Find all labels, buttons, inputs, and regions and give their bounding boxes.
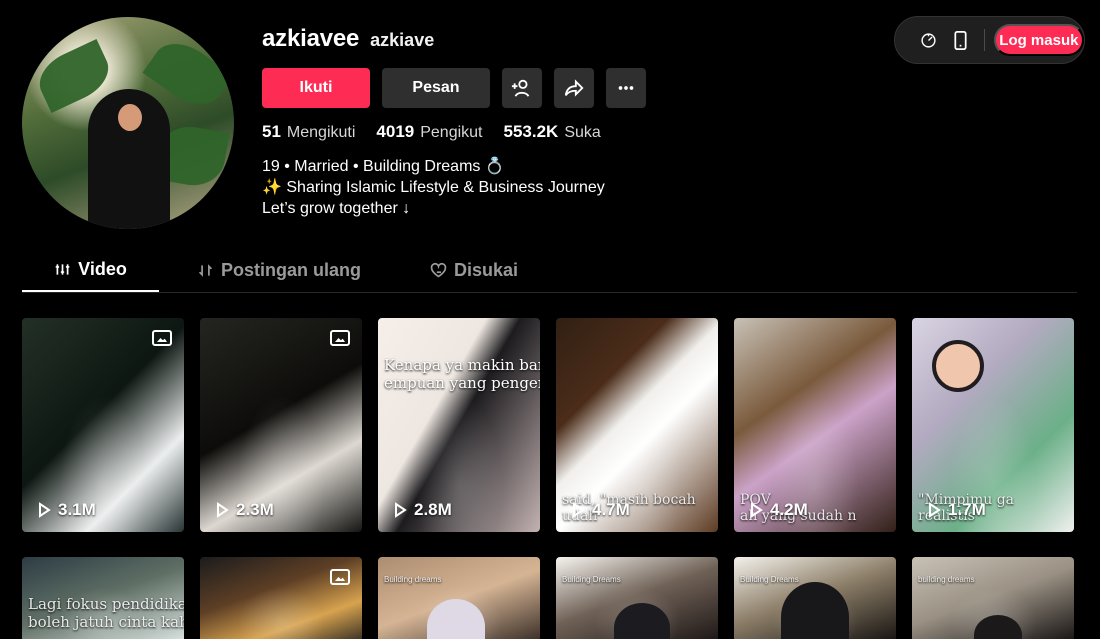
following-label: Mengikuti	[286, 124, 356, 141]
profile-handle: azkiave	[370, 30, 435, 50]
followers-stat[interactable]: 4019 Pengikut	[376, 122, 482, 142]
following-stat[interactable]: 51 Mengikuti	[262, 122, 355, 142]
video-card[interactable]: Building dreams	[378, 557, 540, 639]
profile-content-tabs: Video Postingan ulang Disukai	[22, 248, 1077, 293]
video-card[interactable]: Kenapa ya makin banyak empuan yang penge…	[378, 318, 540, 532]
views-text: 4.2M	[770, 500, 808, 519]
video-card[interactable]: "Mimpimu ga realistis" 1.7M	[912, 318, 1074, 532]
video-thumbnail-person	[427, 599, 485, 639]
creator-tools-icon[interactable]	[913, 32, 944, 49]
profile-avatar[interactable]	[22, 17, 234, 229]
suggest-account-button[interactable]	[502, 68, 542, 108]
video-view-count: 2.8M	[392, 500, 452, 520]
photo-carousel-icon	[330, 330, 350, 346]
follow-button[interactable]: Ikuti	[262, 68, 370, 108]
liked-heart-icon	[430, 262, 447, 277]
play-icon	[929, 502, 941, 518]
profile-display-name: azkiavee	[262, 25, 360, 52]
video-card[interactable]	[200, 557, 362, 639]
video-card[interactable]: Building Dreams	[734, 557, 896, 639]
toolbar-divider	[983, 29, 985, 51]
video-view-count: 4.2M	[748, 500, 808, 520]
views-text: 2.8M	[414, 500, 452, 519]
likes-label: Suka	[564, 124, 601, 141]
video-caption: Building dreams	[384, 575, 442, 584]
video-view-count: 3.1M	[36, 500, 96, 520]
repost-icon	[198, 263, 213, 277]
avatar-face	[118, 104, 142, 131]
tab-reposts[interactable]: Postingan ulang	[179, 248, 379, 292]
profile-stats: 51 Mengikuti 4019 Pengikut 553.2K Suka	[262, 122, 601, 142]
views-text: 3.1M	[58, 500, 96, 519]
video-caption: Building Dreams	[562, 575, 621, 584]
profile-name-row: azkiavee azkiave	[262, 25, 822, 57]
video-thumbnail-person	[614, 603, 670, 639]
message-button[interactable]: Pesan	[382, 68, 490, 108]
play-icon	[751, 502, 763, 518]
video-view-count: 2.3M	[214, 500, 274, 520]
play-icon	[217, 502, 229, 518]
likes-stat: 553.2K Suka	[504, 122, 601, 142]
photo-carousel-icon	[330, 569, 350, 585]
photo-carousel-icon	[152, 330, 172, 346]
video-thumbnail-face	[932, 340, 984, 392]
tab-label: Video	[78, 258, 127, 279]
video-view-count: 1.7M	[926, 500, 986, 520]
likes-count: 553.2K	[503, 122, 559, 141]
top-right-toolbar: Log masuk	[894, 16, 1085, 64]
followers-count: 4019	[376, 122, 415, 141]
tab-video[interactable]: Video	[22, 248, 159, 292]
share-icon	[564, 79, 584, 97]
followers-label: Pengikut	[420, 124, 483, 141]
more-horizontal-icon	[618, 86, 634, 90]
video-card[interactable]: 2.3M	[200, 318, 362, 532]
video-grid: 3.1M 2.3M Kenapa ya makin banyak empuan …	[22, 318, 1077, 639]
video-caption: building dreams	[918, 575, 975, 584]
share-button[interactable]	[554, 68, 594, 108]
views-text: 4.7M	[592, 500, 630, 519]
video-card[interactable]: POV ah yang sudah n 4.2M	[734, 318, 896, 532]
mobile-app-icon[interactable]	[944, 30, 975, 50]
video-caption: Kenapa ya makin banyak empuan yang penge…	[384, 356, 540, 392]
profile-actions: Ikuti Pesan	[262, 68, 646, 108]
tab-label: Disukai	[453, 259, 519, 280]
tab-label: Postingan ulang	[220, 259, 361, 280]
video-caption: Lagi fokus pendidikan, boleh jatuh cinta…	[28, 595, 184, 631]
video-thumbnail-person	[974, 615, 1022, 639]
views-text: 2.3M	[236, 500, 274, 519]
play-icon	[395, 502, 407, 518]
video-card[interactable]: said, "masih bocah udah 4.7M	[556, 318, 718, 532]
more-options-button[interactable]	[606, 68, 646, 108]
profile-header: azkiavee azkiave Ikuti Pesan 51 Mengikuti…	[262, 25, 822, 217]
login-button[interactable]: Log masuk	[993, 24, 1085, 56]
profile-bio: 19 • Married • Building Dreams 💍 ✨ Shari…	[262, 158, 605, 217]
play-icon	[573, 502, 585, 518]
video-view-count: 4.7M	[570, 500, 630, 520]
video-grid-icon	[55, 263, 70, 275]
play-icon	[39, 502, 51, 518]
video-card[interactable]: Building Dreams	[556, 557, 718, 639]
video-thumbnail-person	[781, 582, 849, 639]
views-text: 1.7M	[948, 500, 986, 519]
add-person-icon	[511, 79, 530, 97]
video-card[interactable]: 3.1M	[22, 318, 184, 532]
video-card[interactable]: Lagi fokus pendidikan, boleh jatuh cinta…	[22, 557, 184, 639]
video-card[interactable]: building dreams	[912, 557, 1074, 639]
tab-liked[interactable]: Disukai	[409, 248, 539, 292]
following-count: 51	[262, 122, 281, 141]
